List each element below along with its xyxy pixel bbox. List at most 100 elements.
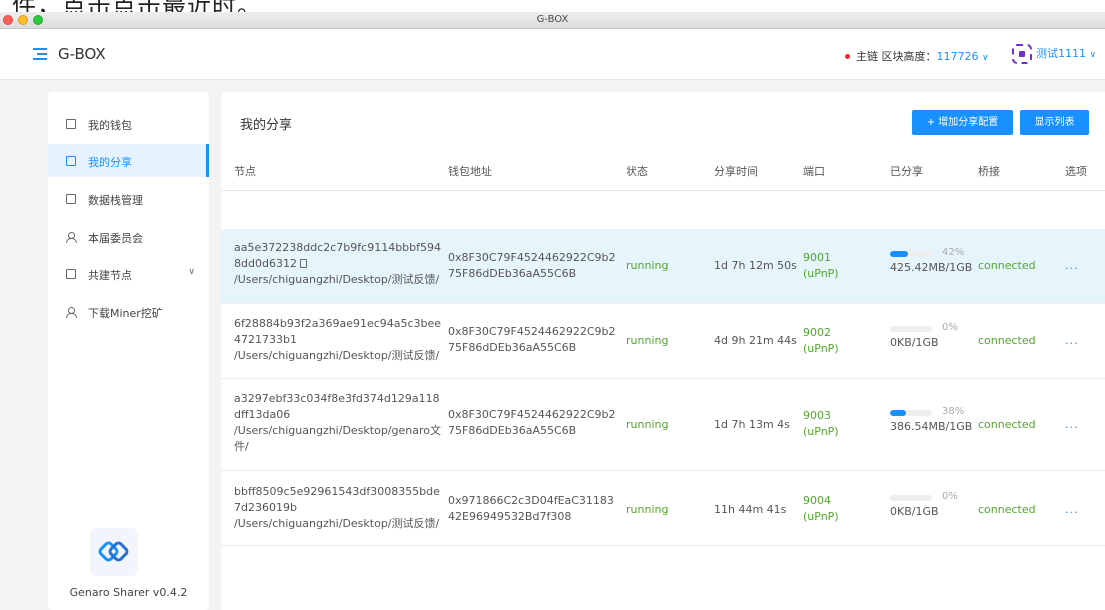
shared-progress-bar [890, 251, 908, 257]
node-cell: aa5e372238ddc2c7b9fc9114bbbf5948dd0d6312… [234, 240, 444, 288]
row-options-button[interactable]: ... [1065, 418, 1079, 431]
app-header: G-BOX 主链 区块高度：117726 ∨ 测试1111 ∨ [0, 30, 1105, 80]
column-header-shared: 已分享 [890, 165, 923, 178]
port-number: 9004 [803, 494, 831, 507]
status-badge: running [626, 418, 669, 431]
node-id: bbff8509c5e92961543df3008355bde7d236019b [234, 485, 440, 514]
port-mode: (uPnP) [803, 342, 839, 355]
shared-amount: 0KB/1GB [890, 336, 939, 349]
sidebar-item-download-miner[interactable]: 下载Miner挖矿 [48, 295, 209, 328]
shared-progress-track [890, 251, 932, 257]
background-text: 件，点击点击最近时。 [12, 0, 262, 12]
sidebar-item-label: 我的分享 [88, 156, 132, 169]
share-list-icon [66, 156, 76, 166]
user-name: 测试1111 [1036, 47, 1086, 60]
node-grid-icon [66, 269, 76, 279]
block-height: 117726 [936, 50, 979, 63]
sidebar-item-wallet[interactable]: 我的钱包 [48, 107, 209, 140]
sidebar-item-committee[interactable]: 本届委员会 [48, 220, 209, 253]
menu-toggle-icon[interactable] [33, 48, 47, 60]
show-list-button[interactable]: 显示列表 [1020, 110, 1089, 135]
status-badge: running [626, 503, 669, 516]
column-header-bridge: 桥接 [978, 165, 1000, 178]
table-row[interactable]: aa5e372238ddc2c7b9fc9114bbbf5948dd0d6312… [221, 229, 1105, 304]
share-time: 4d 9h 21m 44s [714, 334, 797, 347]
status-badge: running [626, 334, 669, 347]
main-content: 我的分享 + 增加分享配置 显示列表 节点 钱包地址 状态 分享时间 端口 已分… [221, 92, 1105, 610]
sidebar-item-label: 我的钱包 [88, 119, 132, 132]
chain-status[interactable]: 主链 区块高度：117726 ∨ [845, 48, 989, 64]
shared-progress-track [890, 495, 932, 501]
wallet-address: 0x8F30C79F4524462922C9b275F86dDEb36aA55C… [448, 325, 616, 354]
sidebar-item-label: 共建节点 [88, 269, 132, 282]
chevron-down-icon: ∨ [982, 53, 989, 63]
sidebar-item-label: 本届委员会 [88, 232, 143, 245]
shared-progress-track [890, 410, 932, 416]
bridge-status: connected [978, 259, 1036, 272]
shared-progress-track [890, 326, 932, 332]
window-titlebar: G-BOX [0, 12, 1105, 29]
node-path: /Users/chiguangzhi/Desktop/genaro文件/ [234, 424, 441, 453]
column-header-port: 端口 [803, 165, 825, 178]
table-row[interactable]: 6f28884b93f2a369ae91ec94a5c3bee4721733b1… [221, 304, 1105, 379]
status-badge: running [626, 259, 669, 272]
port: 9001 (uPnP) [803, 250, 839, 282]
row-options-button[interactable]: ... [1065, 259, 1079, 272]
node-cell: bbff8509c5e92961543df3008355bde7d236019b… [234, 484, 444, 532]
download-miner-icon [66, 307, 77, 318]
shared-percent: 38% [942, 406, 965, 417]
column-header-wallet: 钱包地址 [448, 165, 492, 178]
port-mode: (uPnP) [803, 425, 839, 438]
table-row[interactable]: bbff8509c5e92961543df3008355bde7d236019b… [221, 471, 1105, 546]
chevron-down-icon: ∨ [188, 267, 195, 277]
add-share-config-button[interactable]: + 增加分享配置 [912, 110, 1013, 135]
app-window: G-BOX 主链 区块高度：117726 ∨ 测试1111 ∨ 我的钱包 我的分… [0, 30, 1105, 610]
port-number: 9001 [803, 251, 831, 264]
share-time: 11h 44m 41s [714, 503, 787, 516]
column-header-node: 节点 [234, 165, 256, 178]
database-icon [66, 194, 76, 204]
sidebar-item-nodes[interactable]: 共建节点 ∨ [48, 257, 209, 290]
shared-progress-bar [890, 410, 906, 416]
row-options-button[interactable]: ... [1065, 503, 1079, 516]
wallet-address: 0x971866C2c3D04fEaC3118342E96949532Bd7f3… [448, 494, 614, 523]
port-number: 9002 [803, 326, 831, 339]
sidebar: 我的钱包 我的分享 数据栈管理 本届委员会 共建节点 ∨ 下载Miner挖矿 G… [48, 92, 209, 610]
table-header-divider [221, 190, 1105, 191]
shared-percent: 0% [942, 322, 958, 333]
column-header-options: 选项 [1065, 165, 1087, 178]
bridge-status: connected [978, 418, 1036, 431]
shared-percent: 42% [942, 247, 965, 258]
port: 9003 (uPnP) [803, 408, 839, 440]
sidebar-item-my-share[interactable]: 我的分享 [48, 144, 209, 177]
wallet-address: 0x8F30C79F4524462922C9b275F86dDEb36aA55C… [448, 408, 616, 437]
table-row[interactable]: a3297ebf33c034f8e3fd374d129a118dff13da06… [221, 379, 1105, 471]
port: 9004 (uPnP) [803, 493, 839, 525]
copy-icon[interactable] [299, 258, 307, 268]
shared-amount: 0KB/1GB [890, 505, 939, 518]
avatar [1012, 44, 1032, 64]
sidebar-item-label: 数据栈管理 [88, 194, 143, 207]
column-header-status: 状态 [626, 165, 648, 178]
bridge-status: connected [978, 334, 1036, 347]
share-time: 1d 7h 13m 4s [714, 418, 790, 431]
background-text-strip: 件，点击点击最近时。 [0, 0, 1105, 12]
window-title: G-BOX [536, 14, 569, 25]
sidebar-item-data-stack[interactable]: 数据栈管理 [48, 182, 209, 215]
chain-label: 主链 区块高度： [856, 50, 937, 63]
user-menu[interactable]: 测试1111 ∨ [1012, 44, 1096, 64]
node-cell: a3297ebf33c034f8e3fd374d129a118dff13da06… [234, 391, 444, 455]
active-indicator [206, 144, 209, 177]
column-header-share-time: 分享时间 [714, 165, 758, 178]
chain-status-dot-icon [845, 53, 850, 59]
shared-percent: 0% [942, 491, 958, 502]
wallet-address: 0x8F30C79F4524462922C9b275F86dDEb36aA55C… [448, 251, 616, 280]
share-time: 1d 7h 12m 50s [714, 259, 797, 272]
node-path: /Users/chiguangzhi/Desktop/测试反馈/ [234, 349, 440, 362]
node-id: aa5e372238ddc2c7b9fc9114bbbf5948dd0d6312 [234, 241, 442, 270]
node-path: /Users/chiguangzhi/Desktop/测试反馈/ [234, 273, 440, 286]
node-path: /Users/chiguangzhi/Desktop/测试反馈/ [234, 517, 440, 530]
node-id: 6f28884b93f2a369ae91ec94a5c3bee4721733b1 [234, 317, 442, 346]
sidebar-item-label: 下载Miner挖矿 [88, 307, 163, 320]
row-options-button[interactable]: ... [1065, 334, 1079, 347]
